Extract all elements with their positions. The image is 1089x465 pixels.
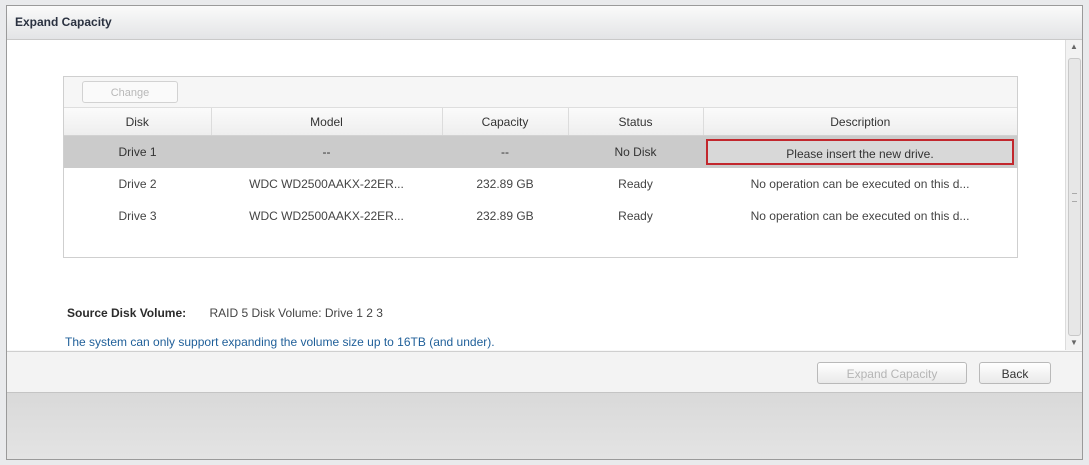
cell-model: WDC WD2500AAKX-22ER... xyxy=(249,209,404,223)
cell-description: No operation can be executed on this d..… xyxy=(750,177,970,191)
column-header-status[interactable]: Status xyxy=(568,108,704,136)
cell-description-cell: Please insert the new drive. xyxy=(703,135,1017,168)
source-disk-volume-label: Source Disk Volume: xyxy=(67,306,187,320)
cell-capacity: -- xyxy=(442,135,568,168)
dialog-footer: Expand Capacity Back xyxy=(7,351,1082,392)
column-header-description[interactable]: Description xyxy=(703,108,1017,136)
table-row-drive-2[interactable]: Drive 2 WDC WD2500AAKX-22ER... 232.89 GB… xyxy=(64,168,1017,200)
column-header-capacity[interactable]: Capacity xyxy=(442,108,569,136)
cell-status: No Disk xyxy=(568,135,703,168)
table-row-drive-1[interactable]: Drive 1 -- -- No Disk Please insert the … xyxy=(64,135,1017,168)
cell-disk: Drive 2 xyxy=(118,177,157,191)
dialog-content: Change Disk Model Capacity Status Descri… xyxy=(7,40,1067,350)
cell-status: Ready xyxy=(618,177,653,191)
change-button[interactable]: Change xyxy=(82,81,178,103)
grid-toolbar: Change xyxy=(64,77,1017,108)
cell-model: WDC WD2500AAKX-22ER... xyxy=(249,177,404,191)
scrollbar-thumb[interactable] xyxy=(1068,58,1081,336)
cell-description-highlighted: Please insert the new drive. xyxy=(706,139,1014,165)
arrow-down-icon[interactable]: ▼ xyxy=(1066,336,1082,350)
expand-capacity-button[interactable]: Expand Capacity xyxy=(817,362,967,384)
column-header-model[interactable]: Model xyxy=(211,108,443,136)
back-button[interactable]: Back xyxy=(979,362,1051,384)
source-disk-volume-value: RAID 5 Disk Volume: Drive 1 2 3 xyxy=(209,306,383,320)
table-header-row: Disk Model Capacity Status Description xyxy=(64,108,1017,136)
disk-grid: Change Disk Model Capacity Status Descri… xyxy=(63,76,1018,258)
disk-table: Disk Model Capacity Status Description D… xyxy=(64,108,1017,232)
cell-capacity: 232.89 GB xyxy=(476,209,534,223)
cell-disk: Drive 1 xyxy=(64,135,211,168)
cell-disk: Drive 3 xyxy=(118,209,157,223)
source-disk-volume: Source Disk Volume: RAID 5 Disk Volume: … xyxy=(67,306,383,320)
arrow-up-icon[interactable]: ▲ xyxy=(1066,40,1082,54)
vertical-scrollbar[interactable]: ▲ ▼ xyxy=(1065,40,1082,350)
capacity-limit-note: The system can only support expanding th… xyxy=(65,335,495,349)
bottom-panel xyxy=(7,392,1082,459)
cell-model: -- xyxy=(211,135,442,168)
column-header-disk[interactable]: Disk xyxy=(64,108,212,136)
cell-status: Ready xyxy=(618,209,653,223)
dialog-title: Expand Capacity xyxy=(7,6,1082,40)
expand-capacity-dialog: Expand Capacity Change Disk Model Capaci… xyxy=(6,5,1083,460)
table-row-drive-3[interactable]: Drive 3 WDC WD2500AAKX-22ER... 232.89 GB… xyxy=(64,200,1017,232)
cell-description: No operation can be executed on this d..… xyxy=(750,209,970,223)
cell-capacity: 232.89 GB xyxy=(476,177,534,191)
grip-icon xyxy=(1072,193,1077,202)
